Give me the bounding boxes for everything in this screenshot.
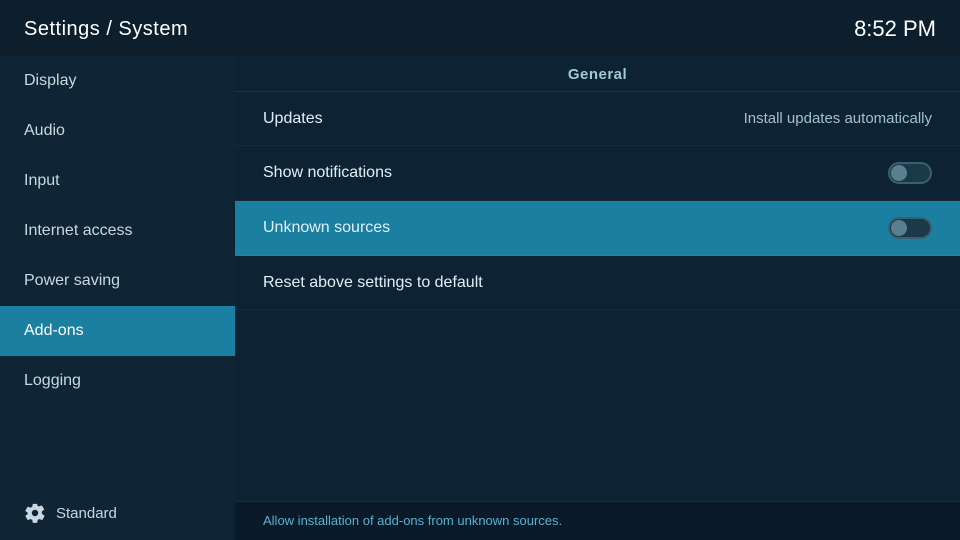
page-title: Settings / System xyxy=(24,18,188,41)
sidebar-item-add-ons[interactable]: Add-ons xyxy=(0,306,235,356)
sidebar-nav: Display Audio Input Internet access Powe… xyxy=(0,56,235,486)
footer-hint: Allow installation of add-ons from unkno… xyxy=(263,513,562,528)
sidebar-footer: Standard xyxy=(0,486,235,540)
toggle-unknown-sources[interactable] xyxy=(888,217,932,239)
toggle-knob-unknown-sources xyxy=(891,220,907,236)
setting-value-updates: Install updates automatically xyxy=(744,110,932,127)
setting-row-updates[interactable]: Updates Install updates automatically xyxy=(235,92,960,146)
toggle-knob xyxy=(891,165,907,181)
setting-label-show-notifications: Show notifications xyxy=(263,164,392,182)
main-layout: Display Audio Input Internet access Powe… xyxy=(0,56,960,540)
sidebar-item-input[interactable]: Input xyxy=(0,156,235,206)
header: Settings / System 8:52 PM xyxy=(0,0,960,56)
setting-row-unknown-sources[interactable]: Unknown sources xyxy=(235,201,960,256)
setting-label-unknown-sources: Unknown sources xyxy=(263,219,390,237)
sidebar: Display Audio Input Internet access Powe… xyxy=(0,56,235,540)
setting-row-reset[interactable]: Reset above settings to default xyxy=(235,256,960,310)
gear-icon xyxy=(24,502,46,524)
sidebar-item-display[interactable]: Display xyxy=(0,56,235,106)
sidebar-item-audio[interactable]: Audio xyxy=(0,106,235,156)
sidebar-item-power-saving[interactable]: Power saving xyxy=(0,256,235,306)
settings-list: Updates Install updates automatically Sh… xyxy=(235,92,960,501)
footer-bar: Allow installation of add-ons from unkno… xyxy=(235,501,960,540)
content-area: General Updates Install updates automati… xyxy=(235,56,960,540)
setting-label-updates: Updates xyxy=(263,110,323,128)
settings-level-label: Standard xyxy=(56,505,117,522)
sidebar-item-internet-access[interactable]: Internet access xyxy=(0,206,235,256)
sidebar-item-logging[interactable]: Logging xyxy=(0,356,235,406)
clock: 8:52 PM xyxy=(854,16,936,42)
section-header: General xyxy=(235,56,960,92)
setting-row-show-notifications[interactable]: Show notifications xyxy=(235,146,960,201)
setting-label-reset: Reset above settings to default xyxy=(263,274,483,292)
toggle-show-notifications[interactable] xyxy=(888,162,932,184)
